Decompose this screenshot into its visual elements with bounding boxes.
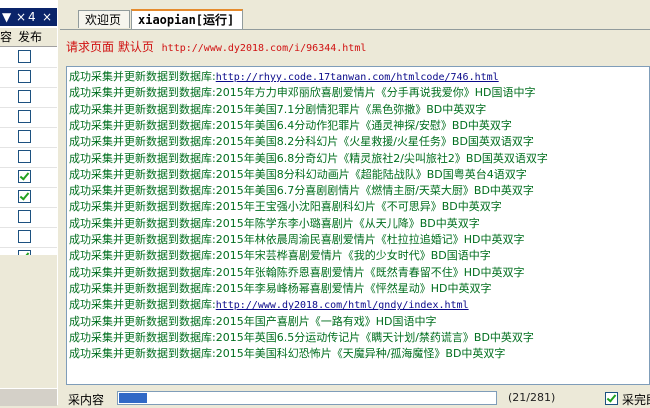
log-line: 成功采集并更新数据到数据库:2015年陈学东李小璐喜剧片《从天儿降》BD中英双字 xyxy=(69,216,480,232)
task-checkbox[interactable] xyxy=(18,130,31,143)
collection-log[interactable]: 成功采集并更新数据到数据库:http://rhyy.code.17tanwan.… xyxy=(66,66,650,385)
task-row[interactable] xyxy=(0,207,57,228)
task-checkbox[interactable] xyxy=(18,170,31,183)
request-page-label: 请求页面 默认页 xyxy=(66,40,154,54)
log-entry-title: 2015年英国6.5分运动传记片《瞒天计划/禁药谎言》BD中英双字 xyxy=(215,330,534,344)
task-checkbox[interactable] xyxy=(18,70,31,83)
log-prefix: 成功采集并更新数据到数据库: xyxy=(69,281,216,295)
task-checkbox[interactable] xyxy=(18,90,31,103)
task-row[interactable] xyxy=(0,187,57,208)
log-line: 成功采集并更新数据到数据库:2015年李易峰杨幂喜剧爱情片《怦然星动》HD中英双… xyxy=(69,281,491,297)
log-entry-title: 2015年李易峰杨幂喜剧爱情片《怦然星动》HD中英双字 xyxy=(215,281,492,295)
log-line: 成功采集并更新数据到数据库:2015年美国8分科幻动画片《超能陆战队》BD国粤英… xyxy=(69,167,527,183)
task-checkbox[interactable] xyxy=(18,230,31,243)
log-prefix: 成功采集并更新数据到数据库: xyxy=(69,118,216,132)
log-link[interactable]: http://www.dy2018.com/html/gndy/index.ht… xyxy=(216,300,469,311)
status-label: 采内容 xyxy=(68,393,105,407)
log-prefix: 成功采集并更新数据到数据库: xyxy=(69,249,216,263)
log-prefix: 成功采集并更新数据到数据库: xyxy=(69,135,216,149)
log-prefix: 成功采集并更新数据到数据库: xyxy=(69,216,216,230)
task-checkbox[interactable] xyxy=(18,210,31,223)
task-checkbox[interactable] xyxy=(18,110,31,123)
status-bar: 采内容 (21/281) 采完即停 xyxy=(60,389,650,407)
log-line: 成功采集并更新数据到数据库:2015年方力申邓丽欣喜剧爱情片《分手再说我爱你》H… xyxy=(69,85,535,101)
log-entry-title: 2015年张翰陈乔恩喜剧爱情片《既然青春留不住》HD中英双字 xyxy=(215,265,525,279)
log-line: 成功采集并更新数据到数据库:2015年宋芸桦喜剧爱情片《我的少女时代》BD国语中… xyxy=(69,248,491,264)
main-content: 请求页面 默认页 http://www.dy2018.com/i/96344.h… xyxy=(60,29,650,407)
task-row[interactable] xyxy=(0,47,57,68)
log-line: 成功采集并更新数据到数据库:2015年美国6.8分奇幻片《精灵旅社2/尖叫旅社2… xyxy=(69,151,548,167)
log-entry-title: 2015年美国8分科幻动画片《超能陆战队》BD国粤英台4语双字 xyxy=(215,167,527,181)
task-row[interactable] xyxy=(0,67,57,88)
log-prefix: 成功采集并更新数据到数据库: xyxy=(69,200,216,214)
horizontal-scrollbar[interactable] xyxy=(0,388,57,406)
log-line: 成功采集并更新数据到数据库:2015年王宝强小沈阳喜剧科幻片《不可思异》BD中英… xyxy=(69,199,502,215)
log-line: 成功采集并更新数据到数据库:2015年美国7.1分剧情犯罪片《黑色弥撒》BD中英… xyxy=(69,102,486,118)
log-prefix: 成功采集并更新数据到数据库: xyxy=(69,265,216,279)
log-line: 成功采集并更新数据到数据库:2015年张翰陈乔恩喜剧爱情片《既然青春留不住》HD… xyxy=(69,265,524,281)
task-row[interactable] xyxy=(0,87,57,108)
task-row[interactable] xyxy=(0,127,57,148)
log-prefix: 成功采集并更新数据到数据库: xyxy=(69,151,216,165)
task-row[interactable] xyxy=(0,107,57,128)
log-line: 成功采集并更新数据到数据库:http://www.dy2018.com/html… xyxy=(69,297,469,313)
tab-welcome[interactable]: 欢迎页 xyxy=(78,10,130,28)
close-icon[interactable]: × xyxy=(16,9,26,25)
column-header-content[interactable]: 容 xyxy=(0,29,12,45)
log-prefix: 成功采集并更新数据到数据库: xyxy=(69,184,216,198)
progress-count: (21/281) xyxy=(508,391,556,404)
log-line: 成功采集并更新数据到数据库:2015年美国科幻恐怖片《天魔异种/孤海魔怪》BD中… xyxy=(69,346,505,362)
task-checkbox[interactable] xyxy=(18,50,31,63)
log-prefix: 成功采集并更新数据到数据库: xyxy=(69,70,216,83)
task-checkbox[interactable] xyxy=(18,150,31,163)
tab-xiaopian-running[interactable]: xiaopian[运行] xyxy=(131,9,243,29)
log-line: 成功采集并更新数据到数据库:2015年国产喜剧片《一路有戏》HD国语中字 xyxy=(69,314,436,330)
log-prefix: 成功采集并更新数据到数据库: xyxy=(69,233,216,246)
pin-icon[interactable]: 4 xyxy=(28,9,36,25)
request-url-bar: 请求页面 默认页 http://www.dy2018.com/i/96344.h… xyxy=(66,38,366,55)
log-prefix: 成功采集并更新数据到数据库: xyxy=(69,86,216,100)
close-icon[interactable]: × xyxy=(42,9,52,25)
log-entry-title: 2015年王宝强小沈阳喜剧科幻片《不可思异》BD中英双字 xyxy=(215,200,502,214)
task-checkbox[interactable] xyxy=(18,190,31,203)
log-entry-title: 2015年美国7.1分剧情犯罪片《黑色弥撒》BD中英双字 xyxy=(215,102,487,116)
log-line: 成功采集并更新数据到数据库:http://rhyy.code.17tanwan.… xyxy=(69,69,499,85)
log-entry-title: 2015年美国6.8分奇幻片《精灵旅社2/尖叫旅社2》BD国英双语双字 xyxy=(215,151,548,165)
progress-bar xyxy=(117,391,497,405)
task-row[interactable] xyxy=(0,227,57,248)
log-line: 成功采集并更新数据到数据库:2015年美国6.7分喜剧剧情片《燃情主厨/天菜大厨… xyxy=(69,183,534,199)
log-line: 成功采集并更新数据到数据库:2015年林依晨周渝民喜剧爱情片《杜拉拉追婚记》HD… xyxy=(69,232,524,248)
log-line: 成功采集并更新数据到数据库:2015年美国6.4分动作犯罪片《通灵神探/安慰》B… xyxy=(69,118,512,134)
log-prefix: 成功采集并更新数据到数据库: xyxy=(69,102,216,116)
stop-after-collect-label: 采完即停 xyxy=(622,393,650,407)
request-url: http://www.dy2018.com/i/96344.html xyxy=(161,43,367,54)
log-prefix: 成功采集并更新数据到数据库: xyxy=(69,330,216,344)
panel-empty-area xyxy=(0,255,57,405)
log-link[interactable]: http://rhyy.code.17tanwan.com/htmlcode/7… xyxy=(216,72,499,83)
log-entry-title: 2015年方力申邓丽欣喜剧爱情片《分手再说我爱你》HD国语中字 xyxy=(215,86,536,100)
log-prefix: 成功采集并更新数据到数据库: xyxy=(69,314,216,328)
log-entry-title: 2015年国产喜剧片《一路有戏》HD国语中字 xyxy=(215,314,437,328)
task-row[interactable] xyxy=(0,147,57,168)
panel-header: ▼ × 4 × xyxy=(0,8,57,26)
log-entry-title: 2015年美国6.4分动作犯罪片《通灵神探/安慰》BD中英双字 xyxy=(215,118,512,132)
panel-column-headers: 容 发布 xyxy=(0,28,57,47)
log-entry-title: 2015年宋芸桦喜剧爱情片《我的少女时代》BD国语中字 xyxy=(215,249,491,263)
log-line: 成功采集并更新数据到数据库:2015年英国6.5分运动传记片《瞒天计划/禁药谎言… xyxy=(69,330,534,346)
log-entry-title: 2015年陈学东李小璐喜剧片《从天儿降》BD中英双字 xyxy=(215,216,480,230)
log-line: 成功采集并更新数据到数据库:2015年美国8.2分科幻片《火星救援/火星任务》B… xyxy=(69,134,534,150)
log-entry-title: 2015年美国8.2分科幻片《火星救援/火星任务》BD国英双语双字 xyxy=(215,135,534,149)
log-prefix: 成功采集并更新数据到数据库: xyxy=(69,347,216,361)
log-entry-title: 2015年林依晨周渝民喜剧爱情片《杜拉拉追婚记》HD中英双字 xyxy=(215,233,525,246)
log-entry-title: 2015年美国6.7分喜剧剧情片《燃情主厨/天菜大厨》BD中英双字 xyxy=(215,184,534,198)
log-entry-title: 2015年美国科幻恐怖片《天魔异种/孤海魔怪》BD中英双字 xyxy=(215,347,506,361)
left-dock-panel: ▼ × 4 × 容 发布 xyxy=(0,0,58,406)
log-prefix: 成功采集并更新数据到数据库: xyxy=(69,298,216,312)
task-row[interactable] xyxy=(0,167,57,188)
progress-fill xyxy=(119,393,148,403)
column-header-publish[interactable]: 发布 xyxy=(18,29,42,45)
dropdown-icon[interactable]: ▼ xyxy=(2,9,11,25)
stop-after-collect-checkbox[interactable] xyxy=(605,392,618,405)
log-prefix: 成功采集并更新数据到数据库: xyxy=(69,167,216,181)
